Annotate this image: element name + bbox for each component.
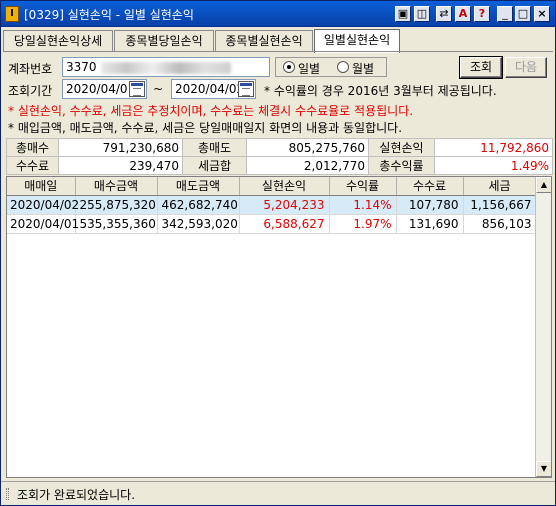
start-date-value: 2020/04/01 <box>66 82 136 96</box>
maximize-icon[interactable]: □ <box>515 6 531 22</box>
fee-label: 수수료 <box>6 156 59 175</box>
grip-icon <box>6 488 9 500</box>
realized-pl-cell: 6,588,627 <box>239 214 330 234</box>
col-return-rate[interactable]: 수익률 <box>329 177 397 196</box>
return-rate-cell: 1.14% <box>329 195 397 215</box>
next-button[interactable]: 다음 <box>505 57 547 78</box>
tab-stock-realized-pl[interactable]: 종목별실현손익 <box>215 30 313 52</box>
vertical-scrollbar[interactable]: ▲ ▼ <box>535 177 551 477</box>
realized-pl-cell: 5,204,233 <box>239 195 330 215</box>
buy-amount-cell: 535,355,360 <box>75 214 158 234</box>
col-trade-date[interactable]: 매매일 <box>7 177 76 196</box>
app-window: I [0329] 실현손익 - 일별 실현손익 ▣ ◫ ⇄ A ? _ □ × … <box>0 0 556 506</box>
tab-daily-realized-detail[interactable]: 당일실현손익상세 <box>3 30 113 52</box>
col-sell-amount[interactable]: 매도금액 <box>157 177 240 196</box>
account-number-value: 3370 <box>66 60 97 74</box>
query-button[interactable]: 조회 <box>459 56 503 79</box>
end-date-input[interactable]: 2020/04/02 <box>171 79 256 99</box>
tab-daily-realized-pl[interactable]: 일별실현손익 <box>314 29 400 53</box>
fee-cell: 131,690 <box>396 214 464 234</box>
col-fee[interactable]: 수수료 <box>396 177 464 196</box>
end-date-value: 2020/04/02 <box>175 82 245 96</box>
window-title: [0329] 실현손익 - 일별 실현손익 <box>24 8 194 22</box>
tab-stock-daily-pl[interactable]: 종목별당일손익 <box>114 30 214 52</box>
fee-cell: 107,780 <box>396 195 464 215</box>
calendar-icon[interactable] <box>238 81 254 97</box>
tab-divider <box>3 51 553 52</box>
tax-cell: 856,103 <box>463 214 537 234</box>
trade-date-cell: 2020/04/01 <box>7 214 79 234</box>
realized-pl-label: 실현손익 <box>368 138 435 157</box>
table-row[interactable]: 2020/04/01 535,355,360 342,593,020 6,588… <box>7 214 537 234</box>
trade-date-cell: 2020/04/02 <box>7 195 79 215</box>
masked-account-digits <box>100 61 231 74</box>
source-notice: * 매입금액, 매도금액, 수수료, 세금은 당일매매일지 화면의 내용과 동일… <box>8 121 403 135</box>
window-layout-icon[interactable]: ▣ <box>395 6 411 22</box>
daily-pl-table: 매매일 매수금액 매도금액 실현손익 수익률 수수료 세금 2020/04/02… <box>7 177 537 234</box>
status-message: 조회가 완료되었습니다. <box>17 488 136 502</box>
scroll-down-icon[interactable]: ▼ <box>536 461 551 477</box>
col-buy-amount[interactable]: 매수금액 <box>75 177 158 196</box>
radio-daily[interactable] <box>283 61 295 73</box>
radio-monthly[interactable] <box>337 61 349 73</box>
realized-pl-value: 11,792,860 <box>434 138 553 157</box>
title-bar[interactable]: I [0329] 실현손익 - 일별 실현손익 ▣ ◫ ⇄ A ? _ □ × <box>1 1 555 27</box>
total-sell-label: 총매도 <box>182 138 247 157</box>
total-buy-label: 총매수 <box>6 138 59 157</box>
tab-bar: 당일실현손익상세 종목별당일손익 종목별실현손익 일별실현손익 <box>3 29 553 53</box>
estimate-notice: * 실현손익, 수수료, 세금은 추정치이며, 수수료는 체결시 수수료율로 적… <box>8 104 414 118</box>
period-note: * 수익률의 경우 2016년 3월부터 제공됩니다. <box>264 84 497 98</box>
daily-pl-grid[interactable]: 매매일 매수금액 매도금액 실현손익 수익률 수수료 세금 2020/04/02… <box>6 176 552 478</box>
window-restore-icon[interactable]: ◫ <box>414 6 430 22</box>
col-tax[interactable]: 세금 <box>463 177 537 196</box>
tax-cell: 1,156,667 <box>463 195 537 215</box>
col-realized-pl[interactable]: 실현손익 <box>239 177 330 196</box>
tax-label: 세금합 <box>182 156 247 175</box>
period-label: 조회기간 <box>8 84 53 98</box>
summary-table: 총매수 791,230,680 총매도 805,275,760 실현손익 11,… <box>6 138 553 175</box>
app-icon: I <box>5 6 19 22</box>
calendar-icon[interactable] <box>129 81 145 97</box>
account-number-input[interactable]: 3370 <box>62 57 270 77</box>
date-range-separator: ~ <box>153 82 164 96</box>
close-icon[interactable]: × <box>534 6 550 22</box>
period-type-radio-group: 일별 월별 <box>275 57 387 77</box>
help-icon[interactable]: ? <box>474 6 490 22</box>
fee-value: 239,470 <box>58 156 183 175</box>
radio-daily-label: 일별 <box>298 62 321 76</box>
link-icon[interactable]: ⇄ <box>436 6 452 22</box>
radio-monthly-label: 월별 <box>352 62 375 76</box>
status-bar: 조회가 완료되었습니다. <box>1 481 555 505</box>
table-row[interactable]: 2020/04/02 255,875,320 462,682,740 5,204… <box>7 195 537 215</box>
total-return-label: 총수익률 <box>368 156 435 175</box>
tax-value: 2,012,770 <box>246 156 369 175</box>
scroll-up-icon[interactable]: ▲ <box>536 177 551 193</box>
start-date-input[interactable]: 2020/04/01 <box>62 79 147 99</box>
minimize-icon[interactable]: _ <box>497 6 513 22</box>
sell-amount-cell: 342,593,020 <box>157 214 240 234</box>
return-rate-cell: 1.97% <box>329 214 397 234</box>
total-sell-value: 805,275,760 <box>246 138 369 157</box>
account-label: 계좌번호 <box>8 62 53 76</box>
sell-amount-cell: 462,682,740 <box>157 195 240 215</box>
buy-amount-cell: 255,875,320 <box>75 195 158 215</box>
font-a-icon[interactable]: A <box>455 6 471 22</box>
total-buy-value: 791,230,680 <box>58 138 183 157</box>
total-return-value: 1.49% <box>434 156 553 175</box>
